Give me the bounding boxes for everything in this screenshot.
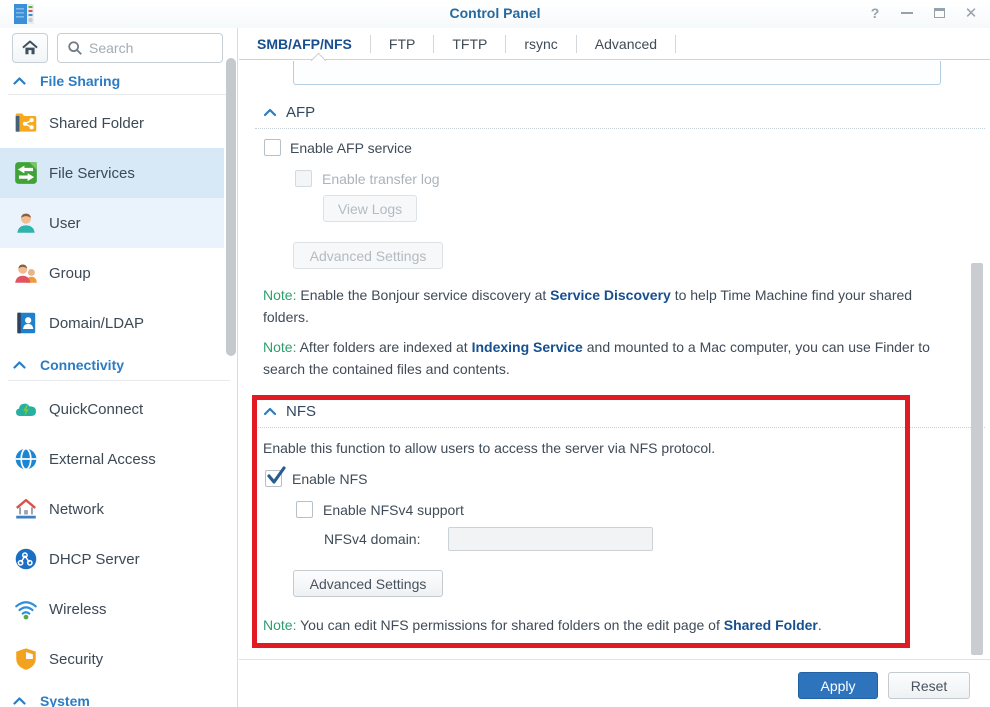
footer-divider xyxy=(239,659,990,660)
domain-ldap-icon xyxy=(13,310,39,336)
tab-rsync[interactable]: rsync xyxy=(506,28,575,60)
afp-note-2: Note: After folders are indexed at Index… xyxy=(263,336,975,380)
sidebar-item-wireless[interactable]: Wireless xyxy=(0,584,238,634)
search-input[interactable] xyxy=(89,40,199,56)
nfs-section-header[interactable]: NFS xyxy=(263,403,316,420)
tab-separator xyxy=(675,35,676,53)
sidebar-item-dhcp-server[interactable]: DHCP Server xyxy=(0,534,238,584)
nfsv4-domain-label: NFSv4 domain: xyxy=(324,531,420,547)
sidebar: File Sharing Shared Folder xyxy=(0,28,238,707)
sidebar-section-file-sharing[interactable]: File Sharing xyxy=(0,68,238,94)
sidebar-item-group[interactable]: Group xyxy=(0,248,238,298)
apply-button[interactable]: Apply xyxy=(798,672,878,699)
sidebar-section-system[interactable]: System xyxy=(0,688,238,707)
user-icon xyxy=(13,210,39,236)
enable-nfs-label[interactable]: Enable NFS xyxy=(292,471,367,487)
nfs-description: Enable this function to allow users to a… xyxy=(263,440,715,456)
minimize-icon[interactable] xyxy=(898,4,916,22)
partial-text-input[interactable] xyxy=(293,61,941,85)
nfs-advanced-settings-button[interactable]: Advanced Settings xyxy=(293,570,443,597)
dhcp-server-icon xyxy=(13,546,39,572)
sidebar-item-external-access[interactable]: External Access xyxy=(0,434,238,484)
tab-tftp[interactable]: TFTP xyxy=(434,28,505,60)
sidebar-item-file-services[interactable]: File Services xyxy=(0,148,224,198)
network-icon xyxy=(13,496,39,522)
tab-advanced[interactable]: Advanced xyxy=(577,28,675,60)
afp-note-1: Note: Enable the Bonjour service discove… xyxy=(263,284,955,328)
external-access-icon xyxy=(13,446,39,472)
chevron-up-icon xyxy=(13,697,26,705)
reset-button[interactable]: Reset xyxy=(888,672,970,699)
nfsv4-domain-input xyxy=(448,527,653,551)
dotted-divider xyxy=(255,427,985,428)
sidebar-item-quickconnect[interactable]: QuickConnect xyxy=(0,384,238,434)
view-logs-button: View Logs xyxy=(323,195,417,222)
red-highlight-box xyxy=(252,395,910,648)
enable-afp-checkbox[interactable] xyxy=(264,139,281,156)
home-button[interactable] xyxy=(12,33,48,63)
indexing-service-link[interactable]: Indexing Service xyxy=(472,339,583,355)
service-discovery-link[interactable]: Service Discovery xyxy=(550,287,671,303)
tab-smb-afp-nfs[interactable]: SMB/AFP/NFS xyxy=(239,28,370,60)
sidebar-item-network[interactable]: Network xyxy=(0,484,238,534)
chevron-up-icon xyxy=(13,77,26,85)
afp-section-header[interactable]: AFP xyxy=(263,104,315,121)
enable-nfsv4-label[interactable]: Enable NFSv4 support xyxy=(323,502,464,518)
quickconnect-icon xyxy=(13,396,39,422)
sidebar-scrollbar-thumb[interactable] xyxy=(226,58,236,356)
tab-bar: SMB/AFP/NFS FTP TFTP rsync Advanced xyxy=(239,28,990,60)
group-icon xyxy=(13,260,39,286)
divider xyxy=(8,94,230,95)
afp-advanced-settings-button: Advanced Settings xyxy=(293,242,443,269)
enable-transfer-log-checkbox xyxy=(295,170,312,187)
tab-ftp[interactable]: FTP xyxy=(371,28,433,60)
search-box[interactable] xyxy=(57,33,223,63)
shared-folder-link[interactable]: Shared Folder xyxy=(724,617,818,633)
sidebar-item-user[interactable]: User xyxy=(0,198,224,248)
file-services-icon xyxy=(13,160,39,186)
wireless-icon xyxy=(13,596,39,622)
control-panel-window: Control Panel ? ✕ File xyxy=(0,0,990,707)
chevron-up-icon xyxy=(263,407,277,416)
chevron-up-icon xyxy=(13,361,26,369)
enable-nfsv4-checkbox[interactable] xyxy=(296,501,313,518)
title-bar: Control Panel ? ✕ xyxy=(0,0,990,28)
content-pane: SMB/AFP/NFS FTP TFTP rsync Advanced AFP … xyxy=(239,28,990,707)
sidebar-item-domain-ldap[interactable]: Domain/LDAP xyxy=(0,298,238,348)
maximize-icon[interactable] xyxy=(930,4,948,22)
content-scrollbar-thumb[interactable] xyxy=(971,263,983,655)
enable-nfs-checkbox[interactable] xyxy=(265,470,282,487)
dotted-divider xyxy=(255,128,985,129)
chevron-up-icon xyxy=(263,108,277,117)
sidebar-section-connectivity[interactable]: Connectivity xyxy=(0,352,238,378)
enable-afp-label[interactable]: Enable AFP service xyxy=(290,140,412,156)
nfs-note: Note: You can edit NFS permissions for s… xyxy=(263,614,893,636)
sidebar-item-security[interactable]: Security xyxy=(0,634,238,684)
checkmark-icon xyxy=(267,466,287,486)
close-icon[interactable]: ✕ xyxy=(962,4,980,22)
divider xyxy=(8,380,230,381)
window-title: Control Panel xyxy=(0,5,990,21)
help-icon[interactable]: ? xyxy=(866,4,884,22)
search-icon xyxy=(67,40,83,56)
enable-transfer-log-label: Enable transfer log xyxy=(322,171,440,187)
shared-folder-icon xyxy=(13,110,39,136)
sidebar-item-shared-folder[interactable]: Shared Folder xyxy=(0,98,238,148)
security-icon xyxy=(13,646,39,672)
home-icon xyxy=(20,38,40,58)
